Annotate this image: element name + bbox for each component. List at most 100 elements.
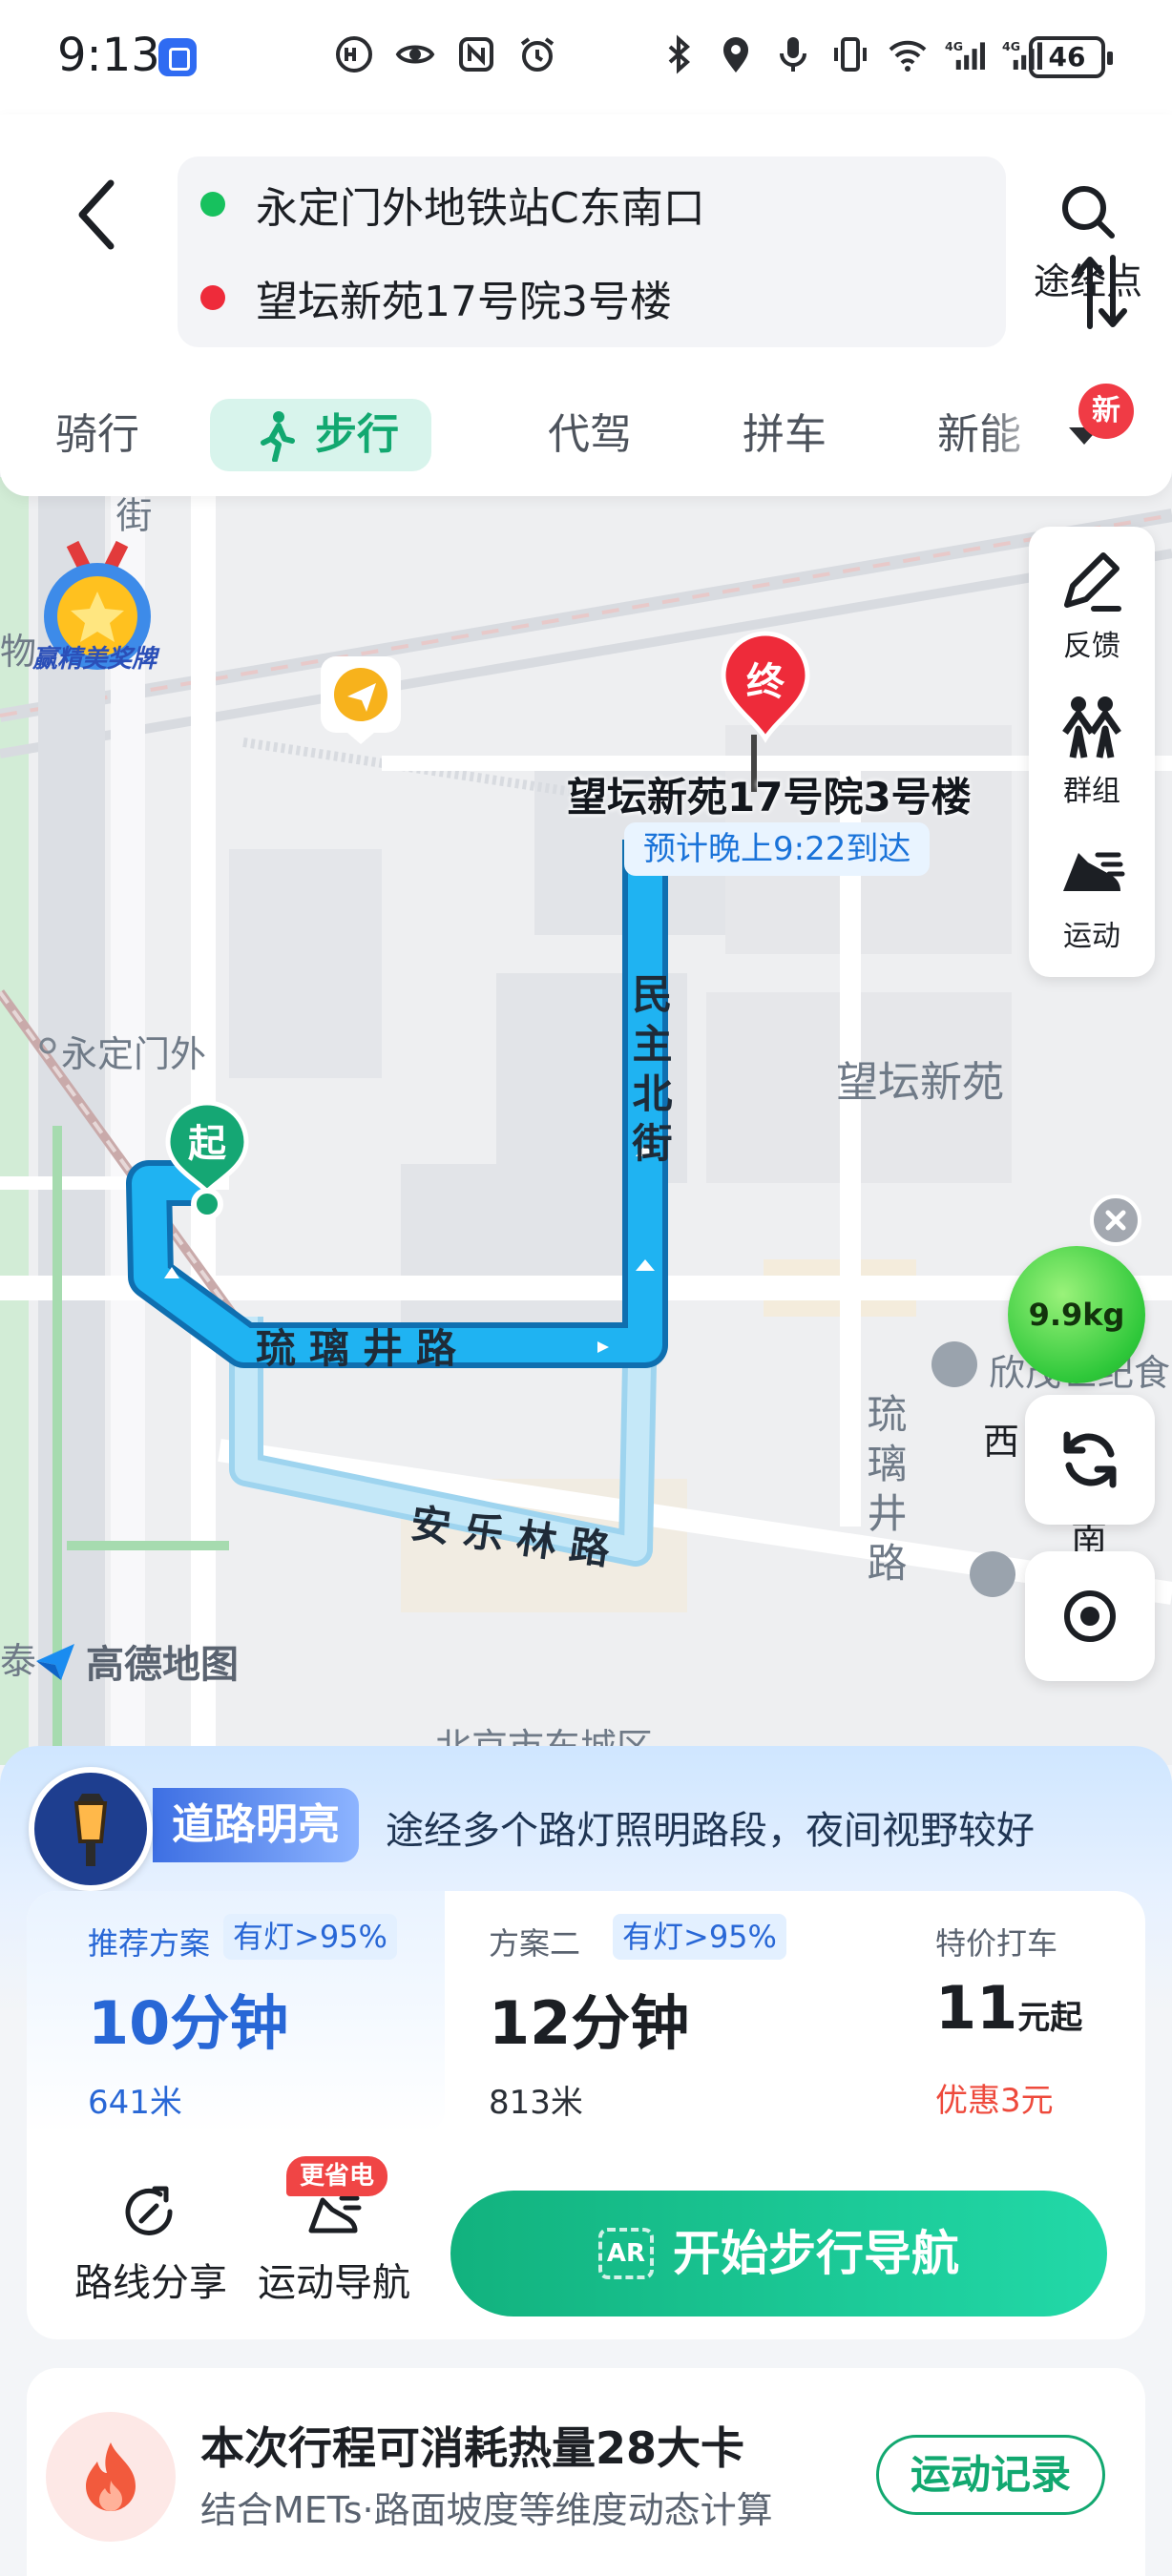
start-location-field[interactable]: 永定门外地铁站C东南口 — [200, 166, 705, 242]
tab-designated-driver[interactable]: 代驾 — [548, 399, 632, 471]
plan-recommended-distance: 641米 — [88, 2084, 182, 2122]
sport-navigation-label: 运动导航 — [258, 2261, 410, 2305]
road-label-minzhubei: 民主北街 — [626, 973, 673, 1172]
status-icons-right: 4G 4G — [659, 34, 1042, 74]
route-sheet: 道路明亮 途经多个路灯照明路段，夜间视野较好 推荐方案 有灯>95% 10分钟 … — [0, 1746, 1172, 2576]
amap-logo: 高德地图 — [32, 1633, 239, 1689]
feedback-button[interactable]: 反馈 — [1029, 527, 1155, 670]
nfc-icon — [459, 37, 493, 72]
alarm-icon — [520, 37, 555, 72]
end-location-text: 望坛新苑17号院3号楼 — [256, 278, 672, 326]
map-label-xi: 西 — [983, 1421, 1020, 1463]
travel-mode-tabs: 骑行 步行 代驾 拼车 新能 新 — [0, 380, 1172, 485]
plan-two-light: 有灯>95% — [613, 1914, 786, 1960]
route-input-box: 永定门外地铁站C东南口 望坛新苑17号院3号楼 — [178, 156, 1127, 347]
medal-promo-text[interactable]: 赢精美奖牌 — [32, 639, 157, 675]
start-walking-navigation-button[interactable]: AR 开始步行导航 — [450, 2191, 1107, 2316]
taxi-price-unit: 元起 — [1017, 1999, 1083, 2037]
plan-two-distance: 813米 — [489, 2084, 583, 2122]
road-label-liulijing: 琉璃井路 — [256, 1325, 471, 1372]
svg-text:4G: 4G — [1002, 39, 1020, 53]
search-icon — [1062, 186, 1115, 239]
route-header: 永定门外地铁站C东南口 望坛新苑17号院3号楼 途经点 骑行 步行 代驾 拼车 … — [0, 114, 1172, 496]
waypoint-label: 途经点 — [1033, 260, 1142, 302]
end-location-field[interactable]: 望坛新苑17号院3号楼 — [200, 260, 672, 336]
feedback-label: 反馈 — [1063, 630, 1120, 663]
start-location-text: 永定门外地铁站C东南口 — [256, 184, 705, 233]
map-label-yongdingmenwai: 永定门外 — [61, 1033, 207, 1075]
plan-taxi-name: 特价打车 — [935, 1925, 1058, 1962]
back-button[interactable] — [69, 172, 126, 258]
tab-cycling[interactable]: 骑行 — [55, 399, 139, 471]
plan-two[interactable]: 方案二 有灯>95% 12分钟 813米 — [445, 1891, 884, 2133]
status-bar: 9:13 4G 4G 46 — [0, 0, 1172, 114]
plan-recommended-time: 10分钟 — [88, 1988, 289, 2058]
map-label-jie: 街 — [110, 496, 152, 532]
map-view[interactable]: 永定门外 望坛新苑 北京市东城区 欣茂世纪食 物 泰 西 南 街 琉璃井路 民主… — [0, 477, 1172, 1765]
ar-icon: AR — [598, 2227, 654, 2279]
taxi-price: 11元起 — [935, 1973, 1082, 2043]
plan-two-name: 方案二 — [489, 1925, 581, 1962]
vibrate-icon — [834, 37, 867, 72]
carbon-close-button[interactable] — [1090, 1195, 1141, 1246]
waypoint-button[interactable]: 途经点 — [1031, 181, 1145, 305]
sport-label: 运动 — [1063, 920, 1120, 953]
tab-carpool[interactable]: 拼车 — [743, 399, 827, 471]
group-button[interactable]: 群组 — [1029, 672, 1155, 815]
end-dot-icon — [200, 285, 225, 310]
eta-chip: 预计晚上9:22到达 — [624, 822, 931, 876]
amap-logo-icon — [36, 1644, 74, 1680]
location-icon — [723, 37, 748, 73]
hd-icon — [336, 36, 372, 73]
route-plans-card: 推荐方案 有灯>95% 10分钟 641米 方案二 有灯>95% 12分钟 81… — [27, 1891, 1145, 2339]
location-arrow-icon[interactable] — [319, 654, 403, 746]
sport-button[interactable]: 运动 — [1029, 817, 1155, 960]
taxi-price-value: 11 — [935, 1973, 1018, 2043]
map-label-wangtan: 望坛新苑 — [836, 1058, 1004, 1107]
calorie-title: 本次行程可消耗热量28大卡 — [200, 2422, 745, 2474]
signal-4g-icon: 4G — [945, 39, 985, 70]
exercise-record-button[interactable]: 运动记录 — [876, 2435, 1105, 2515]
group-label: 群组 — [1063, 775, 1120, 808]
running-shoe-icon — [1063, 852, 1125, 891]
group-icon — [1062, 696, 1121, 758]
start-pin-label: 起 — [188, 1122, 226, 1166]
calorie-card: 本次行程可消耗热量28大卡 结合METs·路面坡度等维度动态计算 运动记录 — [27, 2368, 1145, 2576]
locate-icon — [1064, 1590, 1116, 1642]
app-badge-icon — [158, 38, 197, 76]
road-label-liulijing-vertical: 琉璃井路 — [861, 1393, 908, 1591]
carbon-saving-ball[interactable]: 9.9kg — [1008, 1246, 1145, 1383]
tab-walking-label: 步行 — [315, 410, 399, 459]
road-lighting-description: 途经多个路灯照明路段，夜间视野较好 — [386, 1809, 1035, 1853]
status-icons-left — [334, 34, 557, 74]
map-side-tools: 反馈 群组 运动 — [1029, 527, 1155, 977]
locate-me-button[interactable] — [1025, 1551, 1155, 1681]
sport-navigation-button[interactable]: 运动导航 — [248, 2183, 420, 2316]
eye-icon — [395, 45, 435, 64]
start-walking-navigation-label: 开始步行导航 — [673, 2226, 959, 2281]
end-pin-label: 终 — [746, 660, 785, 704]
svg-text:4G: 4G — [945, 39, 963, 53]
street-lamp-icon — [29, 1767, 153, 1891]
plan-recommended-light: 有灯>95% — [223, 1914, 397, 1960]
road-lighting-tag: 道路明亮 — [153, 1788, 359, 1862]
route-share-button[interactable]: 路线分享 — [65, 2183, 237, 2316]
destination-name: 望坛新苑17号院3号楼 — [567, 774, 972, 821]
edit-icon — [1064, 552, 1121, 612]
mic-icon — [780, 37, 806, 72]
plan-recommended-name: 推荐方案 — [88, 1925, 211, 1962]
start-pin: 起 — [164, 1099, 250, 1223]
taxi-discount: 优惠3元 — [935, 2082, 1054, 2120]
map-label-tai: 泰 — [0, 1640, 37, 1682]
plan-recommended[interactable]: 推荐方案 有灯>95% 10分钟 641米 — [27, 1891, 445, 2133]
plan-two-time: 12分钟 — [489, 1988, 690, 2058]
tab-walking[interactable]: 步行 — [210, 399, 431, 471]
refresh-icon — [1063, 1431, 1117, 1488]
flame-icon — [46, 2412, 176, 2542]
new-badge: 新 — [1078, 384, 1134, 439]
refresh-route-button[interactable] — [1025, 1395, 1155, 1525]
battery-indicator: 46 — [1029, 36, 1113, 78]
start-dot-icon — [200, 192, 225, 217]
route-share-label: 路线分享 — [74, 2261, 227, 2305]
status-time: 9:13 — [57, 29, 160, 82]
